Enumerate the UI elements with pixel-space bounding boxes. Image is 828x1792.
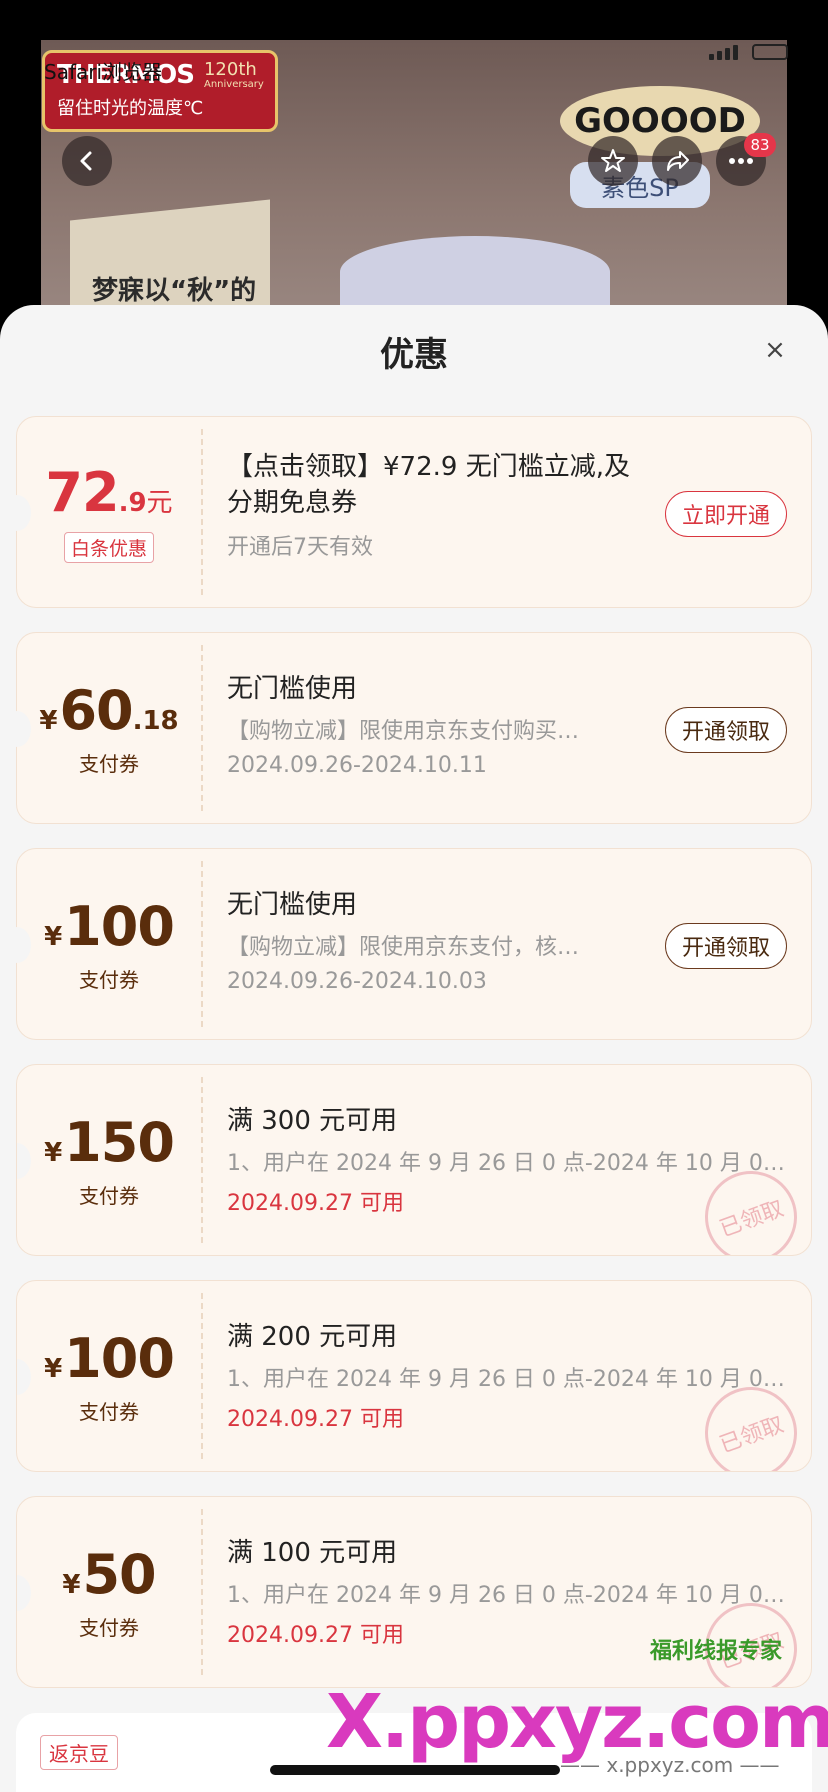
coupon-type: 支付券 (79, 752, 139, 776)
coupon-desc: 1、用户在 2024 年 9 月 26 日 0 点-2024 年 10 月 01… (227, 1151, 787, 1176)
coupon-baitiao: 72.9 元 白条优惠 【点击领取】¥72.9 无门槛立减,及分期免息券 开通后7… (3, 416, 812, 608)
product-caption: 梦寐以“秋”的 (92, 276, 257, 306)
coupon-date: 2024.09.27 可用 (227, 1407, 404, 1432)
coupon-amount: ¥100 (44, 1327, 175, 1390)
coupon-title: 无门槛使用 (227, 674, 358, 704)
battery-icon (752, 44, 788, 60)
anniversary-number: 120th (203, 59, 257, 80)
coupon-payment-100-b: ¥100 支付券 满 200 元可用 1、用户在 2024 年 9 月 26 日… (16, 1280, 812, 1472)
claim-button[interactable]: 开通领取 (664, 923, 787, 969)
brand-slogan: 留住时光的温度℃ (57, 98, 204, 119)
coupon-sheet: 优惠 × 72.9 元 白条优惠 【点击领取】¥72.9 无门槛立减,及分期免息券… (0, 305, 828, 1792)
coupon-payment-60: ¥60.18 支付券 无门槛使用 【购物立减】限使用京东支付购买… 2024.0… (3, 632, 812, 824)
coupon-type: 支付券 (79, 1184, 139, 1208)
coupon-type: 支付券 (79, 1400, 139, 1424)
coupon-date: 2024.09.27 可用 (227, 1191, 404, 1216)
home-indicator (270, 1765, 560, 1775)
claim-button[interactable]: 开通领取 (664, 707, 787, 753)
close-icon[interactable]: × (760, 335, 790, 365)
coupon-amount: 72.9 元 (45, 461, 173, 524)
coupon-amount: ¥100 (44, 895, 175, 958)
coupon-date: 2024.09.26-2024.10.03 (227, 969, 487, 994)
status-bar (0, 0, 828, 42)
watermark-brand: 福利线报专家 (650, 1639, 783, 1664)
anniversary-text: Anniversary (203, 79, 264, 90)
browser-label: Safari浏览器 (44, 60, 163, 84)
coupon-desc: 【购物立减】限使用京东支付购买… (227, 719, 580, 744)
coupon-desc: 【购物立减】限使用京东支付，核… (227, 935, 580, 960)
coupon-title: 满 100 元可用 (227, 1538, 398, 1568)
coupon-amount: ¥50 (62, 1543, 156, 1606)
coupon-amount: ¥60.18 (39, 679, 179, 742)
coupon-type: 支付券 (79, 968, 139, 992)
status-icons (709, 44, 788, 60)
coupon-tag: 白条优惠 (63, 532, 154, 563)
coupon-payment-150: ¥150 支付券 满 300 元可用 1、用户在 2024 年 9 月 26 日… (16, 1064, 812, 1256)
coupon-desc: 1、用户在 2024 年 9 月 26 日 0 点-2024 年 10 月 01… (227, 1367, 787, 1392)
coupon-date: 开通后7天有效 (227, 535, 373, 560)
signal-icon (709, 44, 738, 60)
watermark-site: —— x.ppxyz.com —— (560, 1753, 780, 1777)
coupon-title: 满 300 元可用 (227, 1106, 398, 1136)
coupon-type: 支付券 (79, 1616, 139, 1640)
sheet-title: 优惠 (380, 335, 448, 375)
back-icon[interactable] (62, 136, 112, 186)
jingdou-tag: 返京豆 (40, 1735, 118, 1770)
coupon-title: 【点击领取】¥72.9 无门槛立减,及分期免息券 (227, 452, 630, 518)
coupon-title: 满 200 元可用 (227, 1322, 398, 1352)
star-icon[interactable] (588, 136, 638, 186)
share-icon[interactable] (652, 136, 702, 186)
activate-button[interactable]: 立即开通 (664, 491, 787, 537)
coupon-amount: ¥150 (44, 1111, 175, 1174)
coupon-desc: 1、用户在 2024 年 9 月 26 日 0 点-2024 年 10 月 01… (227, 1583, 787, 1608)
notification-badge: 83 (744, 133, 776, 157)
coupon-payment-100: ¥100 支付券 无门槛使用 【购物立减】限使用京东支付，核… 2024.09.… (3, 848, 812, 1040)
coupon-date: 2024.09.26-2024.10.11 (227, 753, 487, 778)
coupon-title: 无门槛使用 (227, 890, 358, 920)
